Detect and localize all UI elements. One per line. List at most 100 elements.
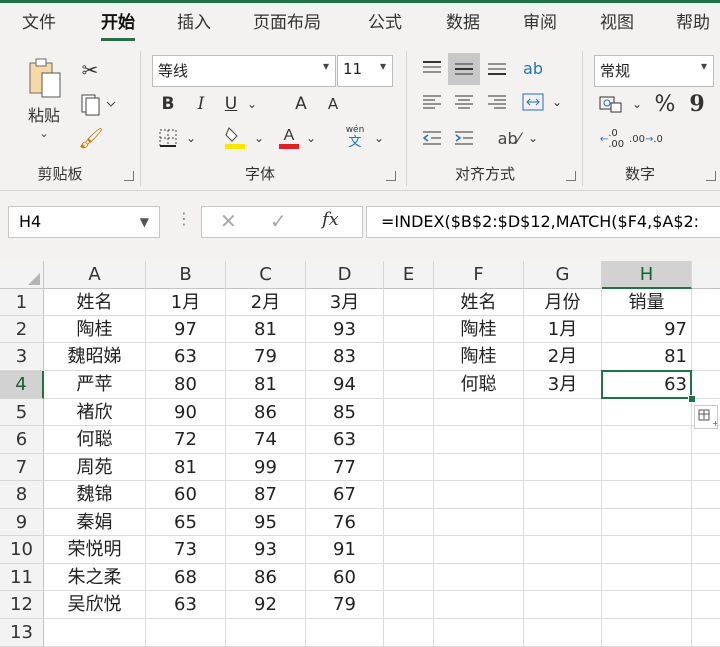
font-name-select[interactable]: 等线 ▾ [152,55,336,87]
accounting-chevron-icon[interactable]: ⌄ [630,91,644,117]
cell-d10[interactable]: 91 [306,536,384,564]
align-top-icon[interactable] [420,57,444,79]
tab-view[interactable]: 视图 [600,3,634,43]
tab-review[interactable]: 审阅 [523,3,557,43]
cell-i9[interactable] [692,509,720,536]
cell-d13[interactable] [306,619,384,647]
formula-input[interactable]: =INDEX($B$2:$D$12,MATCH($F4,$A$2: [366,206,720,238]
cell-c3[interactable]: 79 [226,343,306,371]
cell-f9[interactable] [434,509,524,536]
cell-b7[interactable]: 81 [146,454,226,481]
row-header-6[interactable]: 6 [0,426,44,454]
tab-data[interactable]: 数据 [446,3,480,43]
paste-chevron-icon[interactable]: ⌄ [34,125,54,141]
alignment-launcher-icon[interactable] [566,171,576,181]
cell-f3[interactable]: 陶桂 [434,343,524,371]
name-box[interactable]: H4 ▼ [8,206,160,238]
row-header-1[interactable]: 1 [0,289,44,316]
row-header-9[interactable]: 9 [0,509,44,536]
italic-button[interactable]: I [190,91,212,117]
cell-b12[interactable]: 63 [146,591,226,619]
cell-a5[interactable]: 褚欣 [44,399,146,426]
cell-d6[interactable]: 63 [306,426,384,454]
cell-i2[interactable] [692,316,720,343]
cancel-icon[interactable]: ✕ [220,209,237,233]
cell-c9[interactable]: 95 [226,509,306,536]
cell-c12[interactable]: 92 [226,591,306,619]
cell-a13[interactable] [44,619,146,647]
cell-f4[interactable]: 何聪 [434,371,524,399]
phonetic-icon[interactable]: wén 文 [340,123,370,153]
percent-button[interactable]: % [652,91,678,117]
cell-i11[interactable] [692,564,720,591]
row-header-5[interactable]: 5 [0,399,44,426]
cell-i7[interactable] [692,454,720,481]
cell-c1[interactable]: 2月 [226,289,306,316]
cell-f6[interactable] [434,426,524,454]
cell-b11[interactable]: 68 [146,564,226,591]
cell-g2[interactable]: 1月 [524,316,602,343]
cell-b1[interactable]: 1月 [146,289,226,316]
cell-i10[interactable] [692,536,720,564]
cell-b8[interactable]: 60 [146,481,226,509]
fill-color-icon[interactable] [222,123,248,151]
cell-b10[interactable]: 73 [146,536,226,564]
decrease-decimal-icon[interactable]: .00 → .0 [629,125,663,153]
cell-g8[interactable] [524,481,602,509]
cell-b5[interactable]: 90 [146,399,226,426]
cell-h6[interactable] [602,426,692,454]
cell-g13[interactable] [524,619,602,647]
align-bottom-icon[interactable] [485,57,509,79]
orientation-icon[interactable]: ab⁄ [496,125,522,151]
enter-check-icon[interactable]: ✓ [270,209,287,233]
cell-b13[interactable] [146,619,226,647]
cell-a7[interactable]: 周苑 [44,454,146,481]
cell-c6[interactable]: 74 [226,426,306,454]
text-orientation-icon[interactable]: ab [520,55,546,81]
cell-h10[interactable] [602,536,692,564]
cell-f7[interactable] [434,454,524,481]
shrink-font-button[interactable]: A [322,91,344,117]
cell-g4[interactable]: 3月 [524,371,602,399]
font-color-icon[interactable]: A [276,123,302,151]
cell-d4[interactable]: 94 [306,371,384,399]
cell-h12[interactable] [602,591,692,619]
tab-help[interactable]: 帮助 [676,3,710,43]
cell-h5[interactable] [602,399,692,426]
accounting-format-icon[interactable] [598,91,624,117]
insert-function-icon[interactable]: fx [322,209,339,230]
cell-a11[interactable]: 朱之柔 [44,564,146,591]
clipboard-launcher-icon[interactable] [124,171,134,181]
row-header-13[interactable]: 13 [0,619,44,647]
column-header-next[interactable] [692,261,720,289]
cell-d11[interactable]: 60 [306,564,384,591]
select-all-button[interactable] [0,261,44,289]
cell-c4[interactable]: 81 [226,371,306,399]
merge-center-icon[interactable] [520,91,546,113]
cell-d5[interactable]: 85 [306,399,384,426]
underline-chevron-icon[interactable]: ⌄ [244,91,260,117]
fill-chevron-icon[interactable]: ⌄ [252,127,266,149]
row-header-8[interactable]: 8 [0,481,44,509]
column-header-b[interactable]: B [146,261,226,289]
cell-d3[interactable]: 83 [306,343,384,371]
font-size-select[interactable]: 11 ▾ [337,55,393,87]
cell-d9[interactable]: 76 [306,509,384,536]
cell-a10[interactable]: 荣悦明 [44,536,146,564]
cell-i3[interactable] [692,343,720,371]
phonetic-chevron-icon[interactable]: ⌄ [372,127,386,149]
decrease-indent-icon[interactable] [420,127,444,149]
cell-f8[interactable] [434,481,524,509]
cell-g10[interactable] [524,536,602,564]
paste-label[interactable]: 粘贴 [24,103,64,125]
tab-formulas[interactable]: 公式 [368,3,402,43]
format-painter-icon[interactable]: 🖌 [78,125,104,151]
cell-e8[interactable] [384,481,434,509]
cell-e6[interactable] [384,426,434,454]
cell-f12[interactable] [434,591,524,619]
cell-i1[interactable] [692,289,720,316]
cell-e5[interactable] [384,399,434,426]
cell-e9[interactable] [384,509,434,536]
cell-e12[interactable] [384,591,434,619]
tab-file[interactable]: 文件 [22,3,56,43]
